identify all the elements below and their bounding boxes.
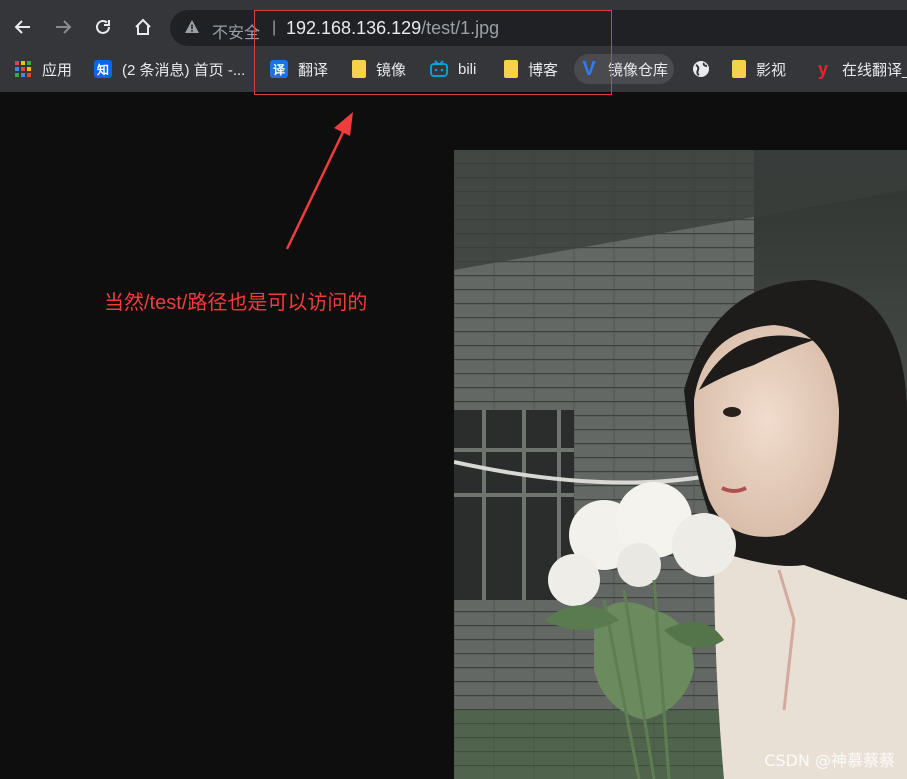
annotation-text: 当然/test/路径也是可以访问的 — [104, 292, 368, 314]
photo-content — [454, 150, 907, 779]
watermark-text: CSDN @神慕蔡蔡 — [764, 751, 895, 770]
displayed-image: CSDN @神慕蔡蔡 — [454, 150, 907, 779]
